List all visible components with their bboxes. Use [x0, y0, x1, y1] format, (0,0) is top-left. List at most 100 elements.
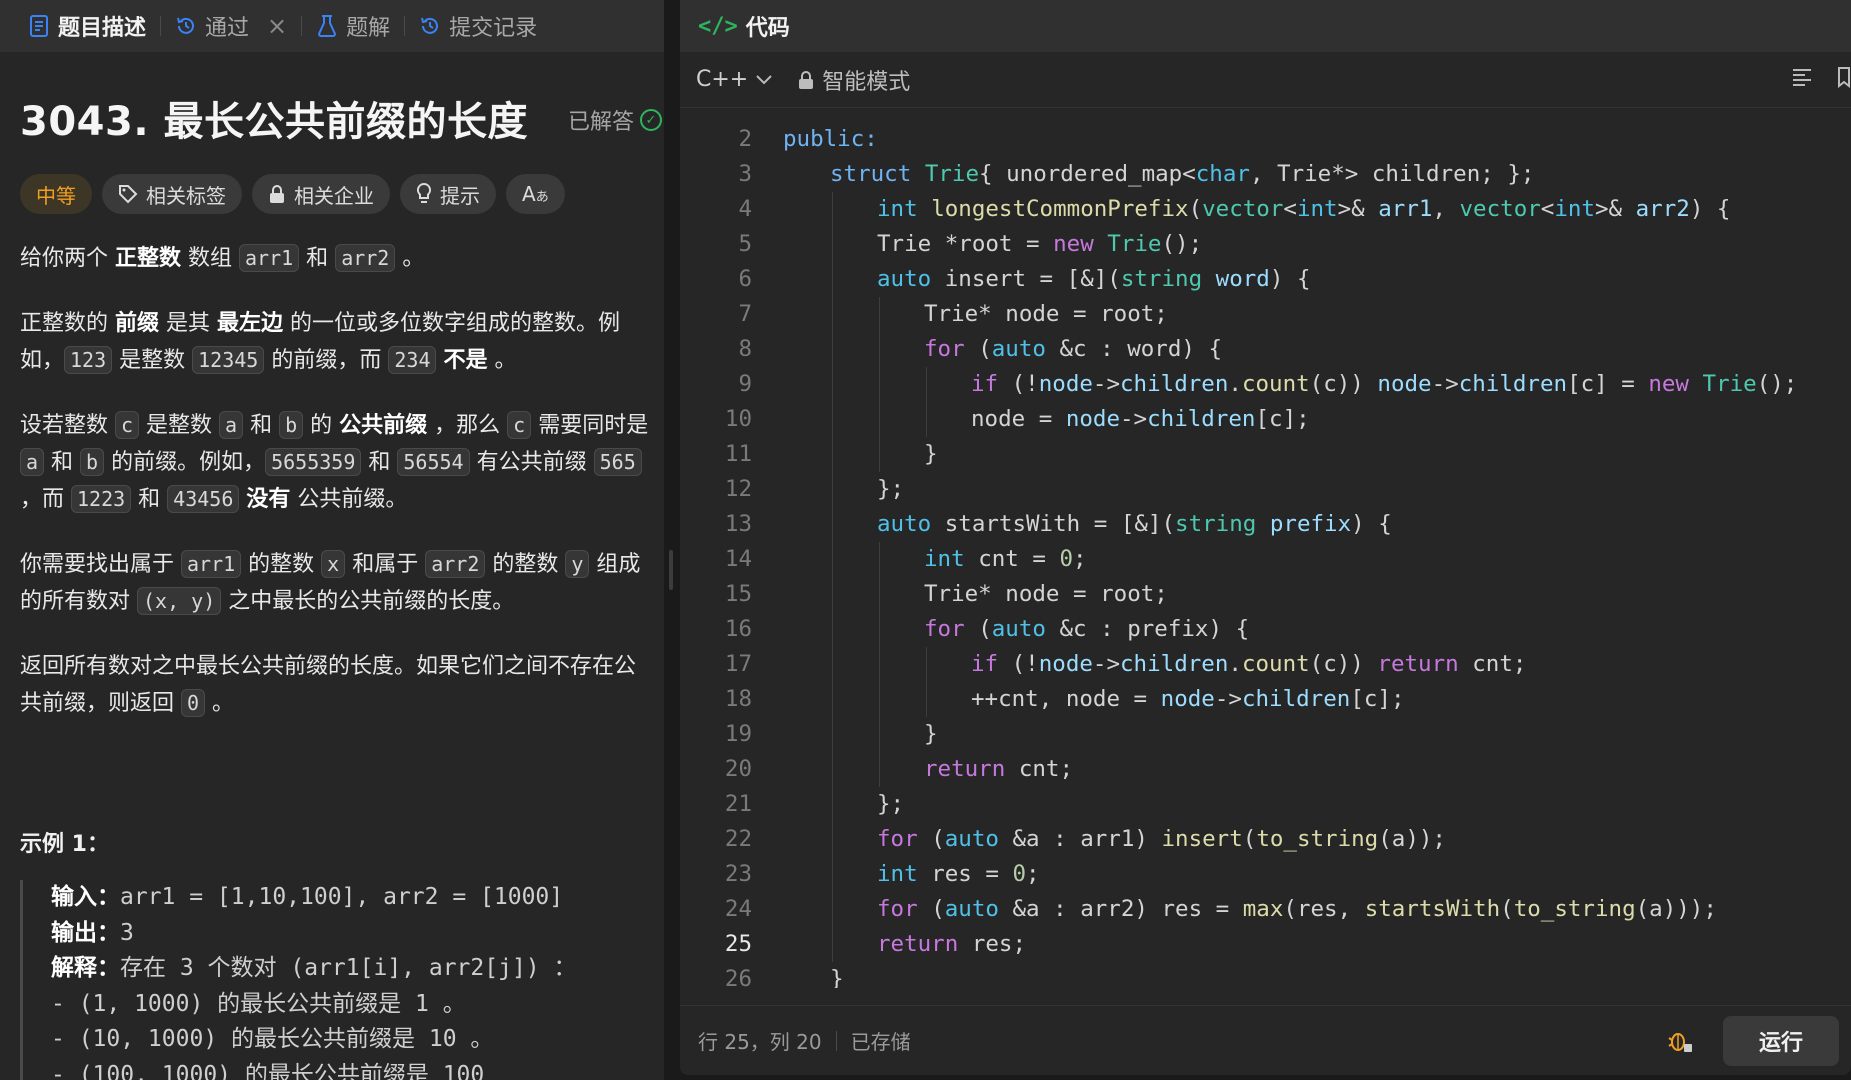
tab-submissions[interactable]: 提交记录	[405, 0, 551, 52]
code-text: }	[830, 962, 844, 988]
example-explain-label: 解释：	[51, 955, 120, 981]
panel-resizer[interactable]	[664, 0, 680, 1080]
code-token: node	[1038, 371, 1093, 397]
code-text: int cnt = 0;	[924, 542, 1087, 577]
code-line[interactable]: 20 return cnt;	[680, 752, 1851, 787]
code-line[interactable]: 12};	[680, 472, 1851, 507]
code-token: Trie* node = root;	[924, 301, 1168, 327]
code-line[interactable]: 17 if (!node->children.count(c)) return c…	[680, 647, 1851, 682]
code-token: cnt;	[1018, 756, 1074, 782]
code-token: word	[1215, 266, 1270, 292]
code-token: (	[1242, 826, 1257, 852]
inline-code: 12345	[192, 346, 265, 374]
resize-handle[interactable]	[669, 550, 673, 590]
line-number: 5	[738, 231, 752, 257]
code-line[interactable]: 26}	[680, 962, 1851, 988]
tab-solutions[interactable]: 题解	[302, 0, 404, 52]
format-icon[interactable]	[1791, 66, 1813, 88]
related-companies-label: 相关企业	[294, 183, 374, 208]
code-text: }	[924, 437, 938, 472]
translate-button[interactable]: Aあ	[506, 174, 565, 214]
code-line[interactable]: 4 int longestCommonPrefix(vector<int>& ar…	[680, 192, 1851, 227]
toolbar-actions	[1791, 66, 1851, 88]
inline-code: 234	[388, 346, 437, 374]
indent-guide	[832, 857, 833, 892]
code-token: (a)));	[1635, 896, 1717, 922]
code-line[interactable]: 7 Trie* node = root;	[680, 297, 1851, 332]
code-token: max	[1242, 896, 1284, 922]
code-line[interactable]: 6 auto insert = [&](string word) {	[680, 262, 1851, 297]
code-line[interactable]: 11}	[680, 437, 1851, 472]
line-number: 4	[738, 196, 752, 222]
code-token: ();	[1161, 231, 1203, 257]
related-tags-button[interactable]: 相关标签	[102, 174, 242, 214]
language-select[interactable]: C++	[696, 67, 772, 92]
description-paragraph: 正整数的 前缀 是其 最左边 的一位或多位数字组成的整数。例如， 123 是整数 …	[20, 305, 656, 379]
text: 是整数	[139, 413, 220, 438]
indent-guide	[832, 297, 833, 332]
code-token: { unordered_map<	[979, 161, 1196, 187]
code-line[interactable]: 5 Trie *root = new Trie();	[680, 227, 1851, 262]
translate-icon: Aあ	[522, 182, 549, 206]
code-line[interactable]: 19}	[680, 717, 1851, 752]
text: 的前缀，而	[264, 348, 389, 373]
code-line[interactable]: 25 return res;	[680, 927, 1851, 962]
code-token: (	[931, 826, 945, 852]
lock-icon	[270, 185, 284, 203]
inline-code: 0	[181, 689, 206, 717]
code-line[interactable]: 22 for (auto &a : arr1) insert(to_string(…	[680, 822, 1851, 857]
code-line[interactable]: 15 Trie* node = root;	[680, 577, 1851, 612]
indent-guide	[879, 542, 880, 577]
debug-icon[interactable]	[1667, 1028, 1693, 1054]
code-line[interactable]: 18 ++cnt, node = node->children[c];	[680, 682, 1851, 717]
code-token: auto	[877, 266, 945, 292]
emphasis: 公共前缀	[339, 413, 428, 438]
inline-code: 123	[64, 346, 113, 374]
code-line[interactable]: 2 public:	[680, 122, 1851, 157]
code-line[interactable]: 8 for (auto &c : word) {	[680, 332, 1851, 367]
code-line[interactable]: 21};	[680, 787, 1851, 822]
text: 之中最长的公共前缀的长度。	[221, 589, 515, 614]
code-token: (!	[1011, 371, 1039, 397]
related-companies-button[interactable]: 相关企业	[252, 174, 390, 214]
code-token: (c))	[1309, 651, 1378, 677]
code-line[interactable]: 10 node = node->children[c];	[680, 402, 1851, 437]
tab-description[interactable]: 题目描述	[14, 0, 160, 52]
line-number: 18	[724, 686, 752, 712]
indent-guide	[879, 437, 880, 472]
inline-code: arr2	[335, 244, 396, 272]
tab-accepted[interactable]: 通过 ×	[161, 0, 301, 52]
code-line[interactable]: 13 auto startsWith = [&](string prefix) {	[680, 507, 1851, 542]
code-token: insert = [&](	[944, 266, 1121, 292]
code-token: ->	[1120, 406, 1148, 432]
inline-code: c	[115, 411, 140, 439]
code-text: return res;	[877, 927, 1026, 962]
close-icon[interactable]: ×	[267, 12, 287, 40]
code-line[interactable]: 16 for (auto &c : prefix) {	[680, 612, 1851, 647]
bookmark-icon[interactable]	[1837, 66, 1851, 88]
code-line[interactable]: 9 if (!node->children.count(c)) node->chi…	[680, 367, 1851, 402]
inline-code: b	[80, 448, 105, 476]
code-token: 0	[1059, 546, 1074, 572]
run-button[interactable]: 运行	[1723, 1016, 1839, 1066]
code-editor[interactable]: 2 public: 3 struct Trie{ unordered_map<char…	[680, 108, 1851, 988]
inline-code: 5655359	[265, 448, 362, 476]
code-token: children	[1147, 406, 1256, 432]
description-paragraph: 返回所有数对之中最长公共前缀的长度。如果它们之间不存在公共前缀，则返回 0 。	[20, 648, 656, 722]
code-line[interactable]: 3 struct Trie{ unordered_map<char, Trie*>…	[680, 157, 1851, 192]
code-token: for	[924, 336, 979, 362]
code-token: arr1	[1378, 196, 1433, 222]
code-token: >&	[1594, 196, 1636, 222]
code-token: ->	[1092, 651, 1121, 677]
indent-guide	[879, 682, 880, 717]
smart-mode-toggle[interactable]: 智能模式	[798, 64, 910, 96]
code-line[interactable]: 14 int cnt = 0;	[680, 542, 1851, 577]
code-line[interactable]: 24 for (auto &a : arr2) res = max(res, st…	[680, 892, 1851, 927]
code-token: ->	[1092, 371, 1121, 397]
hint-button[interactable]: 提示	[400, 174, 496, 214]
code-text: for (auto &c : word) {	[924, 332, 1222, 367]
example-output-label: 输出：	[51, 919, 120, 946]
code-line[interactable]: 23 int res = 0;	[680, 857, 1851, 892]
save-status: 已存储	[850, 1030, 911, 1054]
code-token: startsWith = [&](	[944, 511, 1176, 537]
